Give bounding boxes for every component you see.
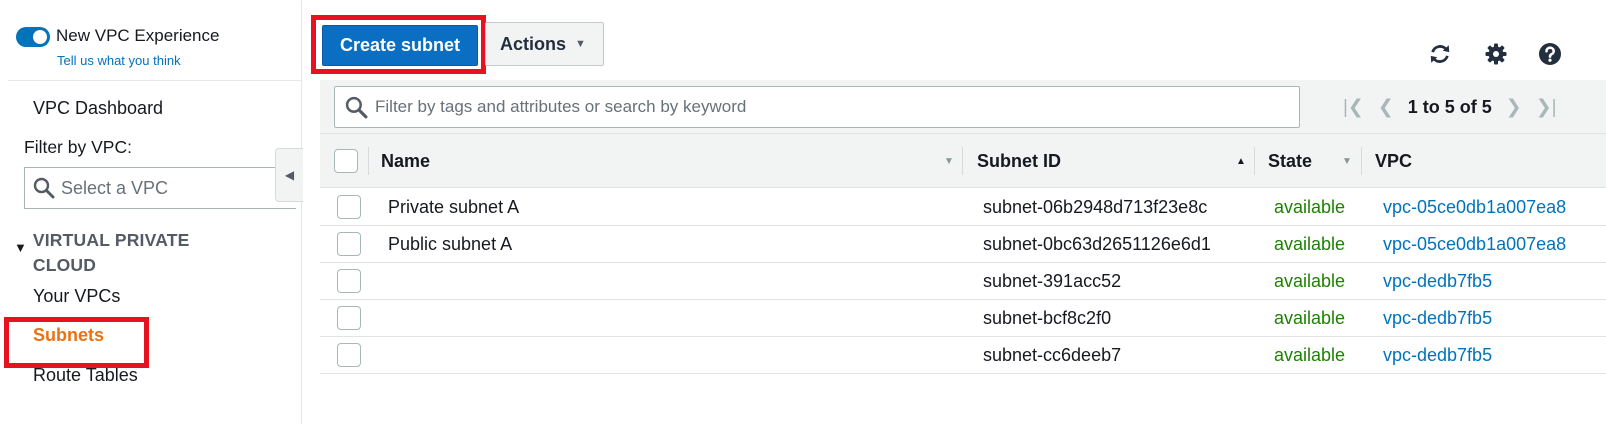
column-divider	[1254, 147, 1255, 175]
column-header-name[interactable]: Name	[381, 134, 430, 188]
row-checkbox[interactable]	[337, 269, 361, 293]
cell-subnet-id: subnet-bcf8c2f0	[983, 308, 1112, 328]
prev-page-icon[interactable]: ❮	[1378, 96, 1394, 119]
table-row[interactable]: Public subnet A subnet-0bc63d2651126e6d1…	[320, 226, 1606, 263]
cell-subnet-id: subnet-06b2948d713f23e8c	[983, 197, 1208, 217]
cell-state: available	[1274, 345, 1346, 365]
select-all-checkbox[interactable]	[334, 149, 358, 173]
pagination: |❮ ❮ 1 to 5 of 5 ❯ ❯|	[1343, 93, 1557, 121]
row-checkbox[interactable]	[337, 195, 361, 219]
subnets-highlight-box	[4, 317, 149, 368]
filter-by-vpc-label: Filter by VPC:	[24, 137, 132, 157]
feedback-link[interactable]: Tell us what you think	[57, 53, 181, 68]
collapse-sidebar-button[interactable]: ◀	[275, 148, 303, 202]
row-checkbox[interactable]	[337, 306, 361, 330]
table-row[interactable]: subnet-cc6deeb7 available vpc-dedb7fb5	[320, 337, 1606, 374]
first-page-icon[interactable]: |❮	[1343, 96, 1364, 119]
actions-button[interactable]: Actions ▼	[485, 22, 604, 66]
column-header-state[interactable]: State	[1268, 134, 1312, 188]
cell-vpc-link[interactable]: vpc-05ce0db1a007ea8	[1383, 189, 1606, 226]
cell-subnet-id: subnet-391acc52	[983, 271, 1122, 291]
pagination-text: 1 to 5 of 5	[1407, 96, 1492, 117]
table-row[interactable]: subnet-391acc52 available vpc-dedb7fb5	[320, 263, 1606, 300]
column-divider	[962, 147, 963, 175]
cell-vpc-link[interactable]: vpc-dedb7fb5	[1383, 300, 1606, 337]
sidebar-item-your-vpcs[interactable]: Your VPCs	[33, 286, 120, 307]
column-header-subnet-id[interactable]: Subnet ID	[977, 134, 1061, 188]
actions-label: Actions	[500, 33, 567, 54]
sidebar-item-route-tables[interactable]: Route Tables	[33, 365, 138, 386]
cell-name: Public subnet A	[388, 234, 513, 254]
table-row[interactable]: Private subnet A subnet-06b2948d713f23e8…	[320, 189, 1606, 226]
new-vpc-experience-row: New VPC Experience	[16, 24, 219, 48]
column-divider	[368, 147, 369, 175]
next-page-icon[interactable]: ❯	[1506, 96, 1522, 119]
search-box[interactable]	[334, 86, 1300, 128]
cell-vpc-link[interactable]: vpc-dedb7fb5	[1383, 263, 1606, 300]
search-input[interactable]	[375, 97, 1295, 117]
cell-name: Private subnet A	[388, 197, 520, 217]
column-divider	[1361, 147, 1362, 175]
sidebar-item-vpc-dashboard[interactable]: VPC Dashboard	[33, 98, 163, 119]
search-icon	[33, 177, 55, 199]
last-page-icon[interactable]: ❯|	[1536, 96, 1557, 119]
cell-state: available	[1274, 308, 1346, 328]
cell-vpc-link[interactable]: vpc-dedb7fb5	[1383, 337, 1606, 374]
cell-state: available	[1274, 234, 1346, 254]
help-icon[interactable]	[1538, 42, 1562, 66]
vpc-select[interactable]: Select a VPC	[24, 167, 296, 209]
toggle-label: New VPC Experience	[56, 26, 220, 45]
table-header: Name ▼ Subnet ID ▲ State ▼ VPC	[320, 134, 1606, 188]
column-header-vpc[interactable]: VPC	[1375, 134, 1412, 188]
gear-icon[interactable]	[1484, 42, 1508, 66]
cell-subnet-id: subnet-cc6deeb7	[983, 345, 1122, 365]
cell-state: available	[1274, 271, 1346, 291]
section-virtual-private-cloud[interactable]: ▼ VIRTUAL PRIVATE CLOUD	[14, 228, 203, 278]
chevron-down-icon: ▼	[575, 38, 586, 50]
caret-left-icon: ◀	[284, 168, 295, 182]
new-vpc-experience-toggle[interactable]	[16, 27, 50, 47]
section-title: VIRTUAL PRIVATE CLOUD	[32, 230, 190, 275]
cell-vpc-link[interactable]: vpc-05ce0db1a007ea8	[1383, 226, 1606, 263]
create-subnet-highlight-box	[311, 15, 486, 74]
refresh-icon[interactable]	[1428, 42, 1452, 66]
sort-state-icon[interactable]: ▼	[1342, 134, 1352, 188]
search-icon	[345, 96, 368, 118]
row-checkbox[interactable]	[337, 343, 361, 367]
cell-subnet-id: subnet-0bc63d2651126e6d1	[983, 234, 1211, 254]
sidebar-divider	[8, 80, 301, 81]
caret-down-icon: ▼	[14, 240, 27, 255]
sort-subnet-id-ascending-icon[interactable]: ▲	[1236, 134, 1246, 188]
table-row[interactable]: subnet-bcf8c2f0 available vpc-dedb7fb5	[320, 300, 1606, 337]
vpc-select-placeholder: Select a VPC	[61, 177, 169, 198]
row-checkbox[interactable]	[337, 232, 361, 256]
sort-name-icon[interactable]: ▼	[944, 134, 954, 188]
cell-state: available	[1274, 197, 1346, 217]
